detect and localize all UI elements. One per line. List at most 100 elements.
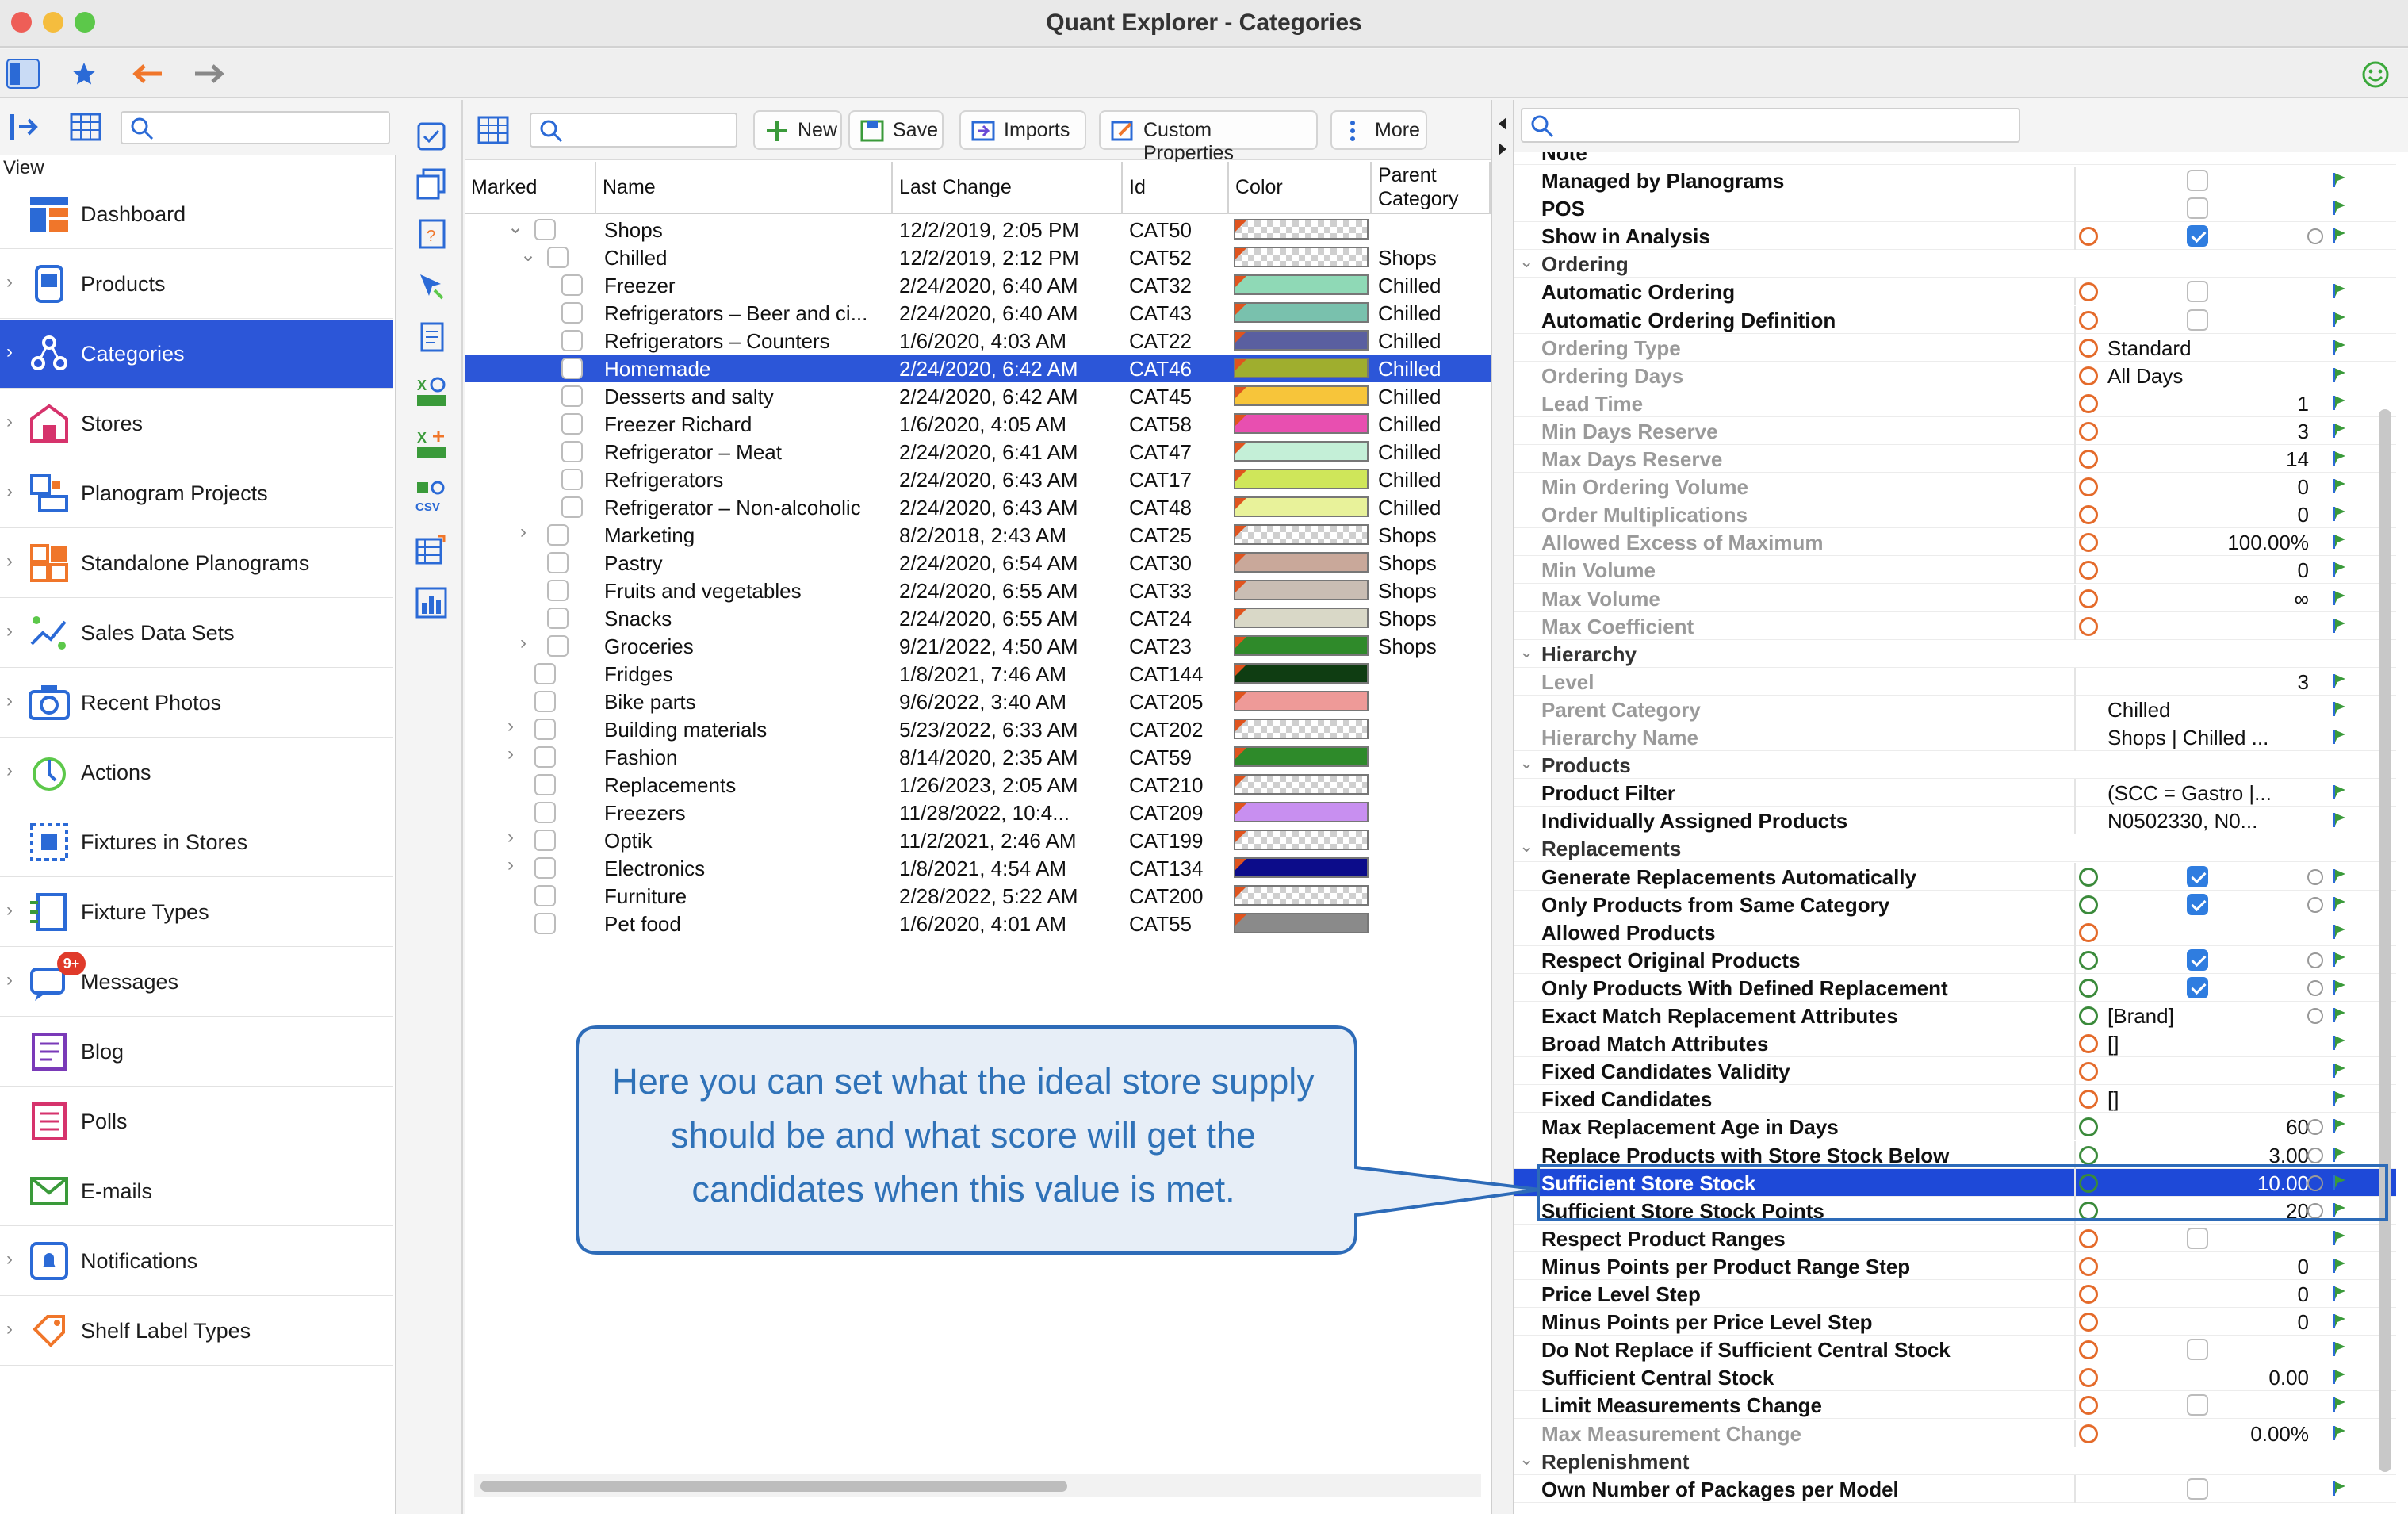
inherited-value-icon[interactable] [2079, 227, 2098, 247]
property-checkbox[interactable] [2187, 170, 2208, 191]
property-checkbox[interactable] [2187, 1339, 2208, 1361]
inherited-value-icon[interactable] [2079, 282, 2098, 302]
table-row[interactable]: Refrigerator – Meat 2/24/2020, 6:41 AM CAT… [465, 438, 1491, 466]
nav-item-fixtures-in-stores[interactable]: Fixtures in Stores [0, 809, 393, 877]
table-row[interactable]: Freezer Richard 1/6/2020, 4:05 AM CAT58 Chi… [465, 410, 1491, 438]
row-checkbox[interactable] [534, 857, 556, 879]
row-color-swatch[interactable] [1234, 719, 1369, 739]
property-checkbox[interactable] [2187, 976, 2208, 998]
chevron-down-icon[interactable]: ⌄ [1519, 251, 1533, 272]
property-value[interactable]: N0502330, N0... [2107, 809, 2257, 834]
inherited-value-icon[interactable] [2079, 1256, 2098, 1276]
horizontal-scroll-thumb[interactable] [480, 1481, 1067, 1492]
table-row[interactable]: Bike parts 9/6/2022, 3:40 AM CAT205 [465, 688, 1491, 715]
row-checkbox[interactable] [547, 552, 569, 573]
property-row-hierarchy-name[interactable]: Hierarchy Name Shops | Chilled ... [1514, 723, 2396, 751]
custom-value-icon[interactable] [2079, 867, 2098, 887]
nav-item-messages[interactable]: › Messages 9+ [0, 949, 393, 1017]
col-header-last-change[interactable]: Last Change [893, 162, 1123, 214]
table-row[interactable]: › Building materials 5/23/2022, 6:33 AM CAT… [465, 715, 1491, 743]
property-row-respect-original-products[interactable]: Respect Original Products [1514, 945, 2396, 974]
chevron-right-icon[interactable]: › [6, 690, 13, 712]
row-color-swatch[interactable] [1234, 580, 1369, 600]
nav-item-standalone-planograms[interactable]: › Standalone Planograms [0, 530, 393, 598]
col-header-color[interactable]: Color [1229, 162, 1372, 214]
sidebar-toggle-icon[interactable] [6, 59, 40, 89]
property-row-respect-product-ranges[interactable]: Respect Product Ranges [1514, 1224, 2396, 1252]
inherited-value-icon[interactable] [2079, 533, 2098, 553]
inherited-value-icon[interactable] [2079, 1228, 2098, 1248]
inherited-value-icon[interactable] [2079, 1396, 2098, 1416]
favorites-star-icon[interactable] [70, 60, 98, 87]
table-row[interactable]: › Optik 11/2/2021, 2:46 AM CAT199 [465, 826, 1491, 854]
nav-table-icon[interactable] [70, 113, 101, 141]
expand-toggle-icon[interactable]: › [520, 521, 526, 543]
property-value[interactable]: 14 [2286, 447, 2309, 472]
nav-item-shelf-label-types[interactable]: › Shelf Label Types [0, 1297, 393, 1366]
row-color-swatch[interactable] [1234, 635, 1369, 656]
property-row-automatic-ordering[interactable]: Automatic Ordering [1514, 278, 2396, 306]
inherited-value-icon[interactable] [2079, 616, 2098, 636]
reset-icon[interactable] [2307, 979, 2323, 996]
row-color-swatch[interactable] [1234, 330, 1369, 351]
chevron-right-icon[interactable]: › [6, 760, 13, 782]
row-checkbox[interactable] [561, 330, 583, 351]
row-color-swatch[interactable] [1234, 302, 1369, 323]
inherited-value-icon[interactable] [2079, 477, 2098, 497]
property-row-fixed-candidates[interactable]: Fixed Candidates [] [1514, 1085, 2396, 1113]
nav-item-blog[interactable]: Blog [0, 1018, 393, 1087]
property-checkbox[interactable] [2187, 1227, 2208, 1249]
custom-value-icon[interactable] [2079, 950, 2098, 970]
property-row-ordering-days[interactable]: Ordering Days All Days [1514, 361, 2396, 389]
property-row-broad-match-attributes[interactable]: Broad Match Attributes [] [1514, 1029, 2396, 1058]
nav-item-products[interactable]: › Products [0, 251, 393, 319]
property-row-ordering-type[interactable]: Ordering Type Standard [1514, 333, 2396, 362]
chevron-down-icon[interactable]: ⌄ [1519, 642, 1533, 662]
reset-icon[interactable] [2307, 952, 2323, 968]
property-row-parent-category[interactable]: Parent Category Chilled [1514, 695, 2396, 723]
expand-right-icon[interactable] [1497, 143, 1508, 155]
expand-toggle-icon[interactable]: › [507, 743, 514, 765]
inherited-value-icon[interactable] [2079, 1340, 2098, 1360]
properties-vertical-scroll-thumb[interactable] [2379, 409, 2391, 1472]
property-checkbox[interactable] [2187, 1478, 2208, 1500]
row-checkbox[interactable] [561, 274, 583, 296]
property-row-order-multiplications[interactable]: Order Multiplications 0 [1514, 500, 2396, 529]
row-checkbox[interactable] [547, 635, 569, 657]
property-group-replenishment[interactable]: ⌄ Replenishment [1514, 1447, 2396, 1475]
property-row-max-measurement-change[interactable]: Max Measurement Change 0.00% [1514, 1419, 2396, 1447]
row-color-swatch[interactable] [1234, 274, 1369, 295]
property-checkbox[interactable] [2187, 1394, 2208, 1416]
property-value[interactable]: [] [2107, 1087, 2119, 1112]
table-row[interactable]: Freezers 11/28/2022, 10:4... CAT209 [465, 799, 1491, 826]
inherited-value-icon[interactable] [2079, 1034, 2098, 1054]
expand-toggle-icon[interactable]: › [507, 826, 514, 849]
table-row[interactable]: Refrigerators – Beer and ci... 2/24/2020,… [465, 299, 1491, 327]
nav-item-recent-photos[interactable]: › Recent Photos [0, 669, 393, 738]
property-checkbox[interactable] [2187, 281, 2208, 303]
property-row-max-days-reserve[interactable]: Max Days Reserve 14 [1514, 445, 2396, 473]
reset-icon[interactable] [2307, 228, 2323, 245]
property-row-generate-replacements-automatically[interactable]: Generate Replacements Automatically [1514, 862, 2396, 891]
inherited-value-icon[interactable] [2079, 366, 2098, 385]
nav-item-categories[interactable]: › Categories [0, 320, 393, 389]
custom-value-icon[interactable] [2079, 978, 2098, 998]
property-value[interactable]: 0 [2298, 475, 2309, 500]
property-row-level[interactable]: Level 3 [1514, 667, 2396, 696]
inherited-value-icon[interactable] [2079, 338, 2098, 358]
table-row[interactable]: Snacks 2/24/2020, 6:55 AM CAT24 Shops [465, 604, 1491, 632]
custom-value-icon[interactable] [2079, 895, 2098, 914]
col-header-name[interactable]: Name [596, 162, 893, 214]
chevron-right-icon[interactable]: › [6, 1318, 13, 1340]
property-row-managed-by-planograms[interactable]: Managed by Planograms [1514, 167, 2396, 194]
property-checkbox[interactable] [2187, 949, 2208, 971]
table-row[interactable]: Pet food 1/6/2020, 4:01 AM CAT55 [465, 910, 1491, 937]
property-row-do-not-replace-if-sufficient-central-stock[interactable]: Do Not Replace if Sufficient Central Sto… [1514, 1336, 2396, 1364]
row-color-swatch[interactable] [1234, 913, 1369, 933]
expand-toggle-icon[interactable]: › [520, 632, 526, 654]
row-checkbox[interactable] [561, 358, 583, 379]
property-value[interactable]: 0 [2298, 503, 2309, 527]
row-checkbox[interactable] [547, 608, 569, 629]
property-checkbox[interactable] [2187, 865, 2208, 887]
table-row[interactable]: Desserts and salty 2/24/2020, 6:42 AM CAT4… [465, 382, 1491, 410]
